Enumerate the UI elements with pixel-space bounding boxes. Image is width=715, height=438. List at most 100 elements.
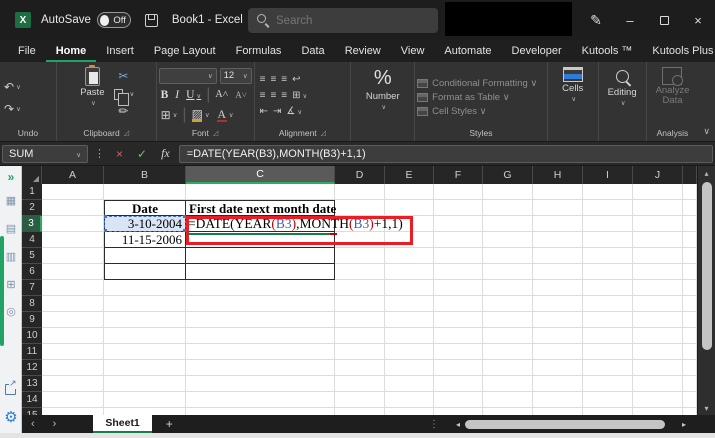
cell-I11[interactable] bbox=[583, 344, 633, 360]
borders-button[interactable]: ⊞ bbox=[159, 107, 180, 123]
cell-E14[interactable] bbox=[385, 392, 434, 408]
grow-font-button[interactable]: A˄ bbox=[213, 89, 230, 100]
external-link-icon[interactable] bbox=[5, 384, 16, 395]
cell-E1[interactable] bbox=[385, 184, 434, 200]
cell-H10[interactable] bbox=[533, 328, 583, 344]
cell-I13[interactable] bbox=[583, 376, 633, 392]
pane-expand-icon[interactable]: » bbox=[0, 170, 22, 184]
cell-A11[interactable] bbox=[42, 344, 104, 360]
ribbon-tab[interactable]: Kutools Plus bbox=[642, 42, 715, 62]
cell-J2[interactable] bbox=[633, 200, 683, 216]
cell-G3[interactable] bbox=[483, 216, 533, 232]
cell-I12[interactable] bbox=[583, 360, 633, 376]
cell-D1[interactable] bbox=[335, 184, 385, 200]
ribbon-tab[interactable]: Kutools ™ bbox=[572, 42, 643, 62]
cell-F6[interactable] bbox=[434, 264, 483, 280]
cell-H3[interactable] bbox=[533, 216, 583, 232]
row-header-7[interactable]: 7 bbox=[22, 280, 42, 296]
cell-I10[interactable] bbox=[583, 328, 633, 344]
name-box[interactable]: SUM bbox=[2, 145, 88, 163]
cell-C3[interactable]: =DATE(YEAR(B3),MONTH(B3)+1,1) bbox=[186, 216, 335, 232]
cell-G1[interactable] bbox=[483, 184, 533, 200]
cell-C8[interactable] bbox=[186, 296, 335, 312]
font-name-combo[interactable] bbox=[159, 68, 217, 84]
underline-button[interactable]: U bbox=[184, 89, 203, 101]
horizontal-scroll-thumb[interactable] bbox=[465, 420, 665, 429]
cell-B13[interactable] bbox=[104, 376, 186, 392]
cell-G5[interactable] bbox=[483, 248, 533, 264]
cell-C5[interactable] bbox=[186, 248, 335, 264]
cell-G15[interactable] bbox=[483, 408, 533, 415]
cell-B15[interactable] bbox=[104, 408, 186, 415]
cell-A8[interactable] bbox=[42, 296, 104, 312]
cell-B1[interactable] bbox=[104, 184, 186, 200]
cell-G11[interactable] bbox=[483, 344, 533, 360]
styles-menu-item[interactable]: Format as Table ∨ bbox=[417, 92, 510, 103]
cell-A10[interactable] bbox=[42, 328, 104, 344]
cell-G13[interactable] bbox=[483, 376, 533, 392]
cell-G14[interactable] bbox=[483, 392, 533, 408]
cell-B11[interactable] bbox=[104, 344, 186, 360]
cell-E15[interactable] bbox=[385, 408, 434, 415]
cell-J13[interactable] bbox=[633, 376, 683, 392]
cell-I3[interactable] bbox=[583, 216, 633, 232]
cell-E6[interactable] bbox=[385, 264, 434, 280]
fill-color-button[interactable]: ▨ bbox=[190, 106, 212, 123]
merge-center-button[interactable]: ⊞ bbox=[292, 90, 307, 101]
cell-D13[interactable] bbox=[335, 376, 385, 392]
splitter-dots-icon[interactable]: ⋮ bbox=[429, 419, 439, 430]
styles-menu-item[interactable]: Cell Styles ∨ bbox=[417, 106, 486, 117]
font-size-combo[interactable]: 12 bbox=[220, 68, 252, 84]
cell-C14[interactable] bbox=[186, 392, 335, 408]
cell-E8[interactable] bbox=[385, 296, 434, 312]
row-header-2[interactable]: 2 bbox=[22, 200, 42, 216]
undo-button[interactable]: ↶ bbox=[2, 79, 23, 95]
cell-B9[interactable] bbox=[104, 312, 186, 328]
font-dialog-launcher[interactable]: ◿ bbox=[213, 129, 218, 137]
orientation-button[interactable]: ∡ bbox=[286, 106, 302, 117]
cell-B14[interactable] bbox=[104, 392, 186, 408]
scroll-up-icon[interactable]: ▴ bbox=[704, 166, 708, 180]
cell-G10[interactable] bbox=[483, 328, 533, 344]
cell-A14[interactable] bbox=[42, 392, 104, 408]
cell-F9[interactable] bbox=[434, 312, 483, 328]
cell-H4[interactable] bbox=[533, 232, 583, 248]
cell-D11[interactable] bbox=[335, 344, 385, 360]
vertical-scroll-thumb[interactable] bbox=[702, 182, 712, 350]
close-button[interactable]: × bbox=[681, 0, 715, 40]
cell-A9[interactable] bbox=[42, 312, 104, 328]
column-header-A[interactable]: A bbox=[42, 166, 104, 184]
row-header-12[interactable]: 12 bbox=[22, 360, 42, 376]
cell-E5[interactable] bbox=[385, 248, 434, 264]
column-header-D[interactable]: D bbox=[335, 166, 385, 184]
ribbon-tab[interactable]: Automate bbox=[434, 42, 501, 62]
ribbon-tab[interactable]: Home bbox=[46, 42, 97, 62]
scroll-left-icon[interactable]: ◂ bbox=[451, 420, 465, 429]
align-left-button[interactable]: ≡ bbox=[260, 90, 266, 101]
cell-D5[interactable] bbox=[335, 248, 385, 264]
vertical-scrollbar[interactable]: ▴ ▾ bbox=[697, 166, 715, 415]
cell-G2[interactable] bbox=[483, 200, 533, 216]
cell-F10[interactable] bbox=[434, 328, 483, 344]
clipboard-dialog-launcher[interactable]: ◿ bbox=[124, 129, 129, 137]
cell-J5[interactable] bbox=[633, 248, 683, 264]
cell-C7[interactable] bbox=[186, 280, 335, 296]
cell-B12[interactable] bbox=[104, 360, 186, 376]
cell-C1[interactable] bbox=[186, 184, 335, 200]
save-icon[interactable] bbox=[145, 14, 158, 27]
cell-H13[interactable] bbox=[533, 376, 583, 392]
cell-B4[interactable]: 11-15-2006 bbox=[104, 232, 186, 248]
cell-H11[interactable] bbox=[533, 344, 583, 360]
cell-I6[interactable] bbox=[583, 264, 633, 280]
autosave-toggle[interactable]: Off bbox=[97, 12, 131, 28]
ribbon-tab[interactable]: Page Layout bbox=[144, 42, 226, 62]
cell-F13[interactable] bbox=[434, 376, 483, 392]
minimize-button[interactable]: – bbox=[613, 0, 647, 40]
cell-A6[interactable] bbox=[42, 264, 104, 280]
cell-I8[interactable] bbox=[583, 296, 633, 312]
scroll-down-icon[interactable]: ▾ bbox=[704, 401, 708, 415]
collapse-ribbon-button[interactable]: ∨ bbox=[698, 62, 715, 141]
row-header-15[interactable]: 15 bbox=[22, 408, 42, 415]
ribbon-tab[interactable]: Data bbox=[291, 42, 334, 62]
cell-J1[interactable] bbox=[633, 184, 683, 200]
